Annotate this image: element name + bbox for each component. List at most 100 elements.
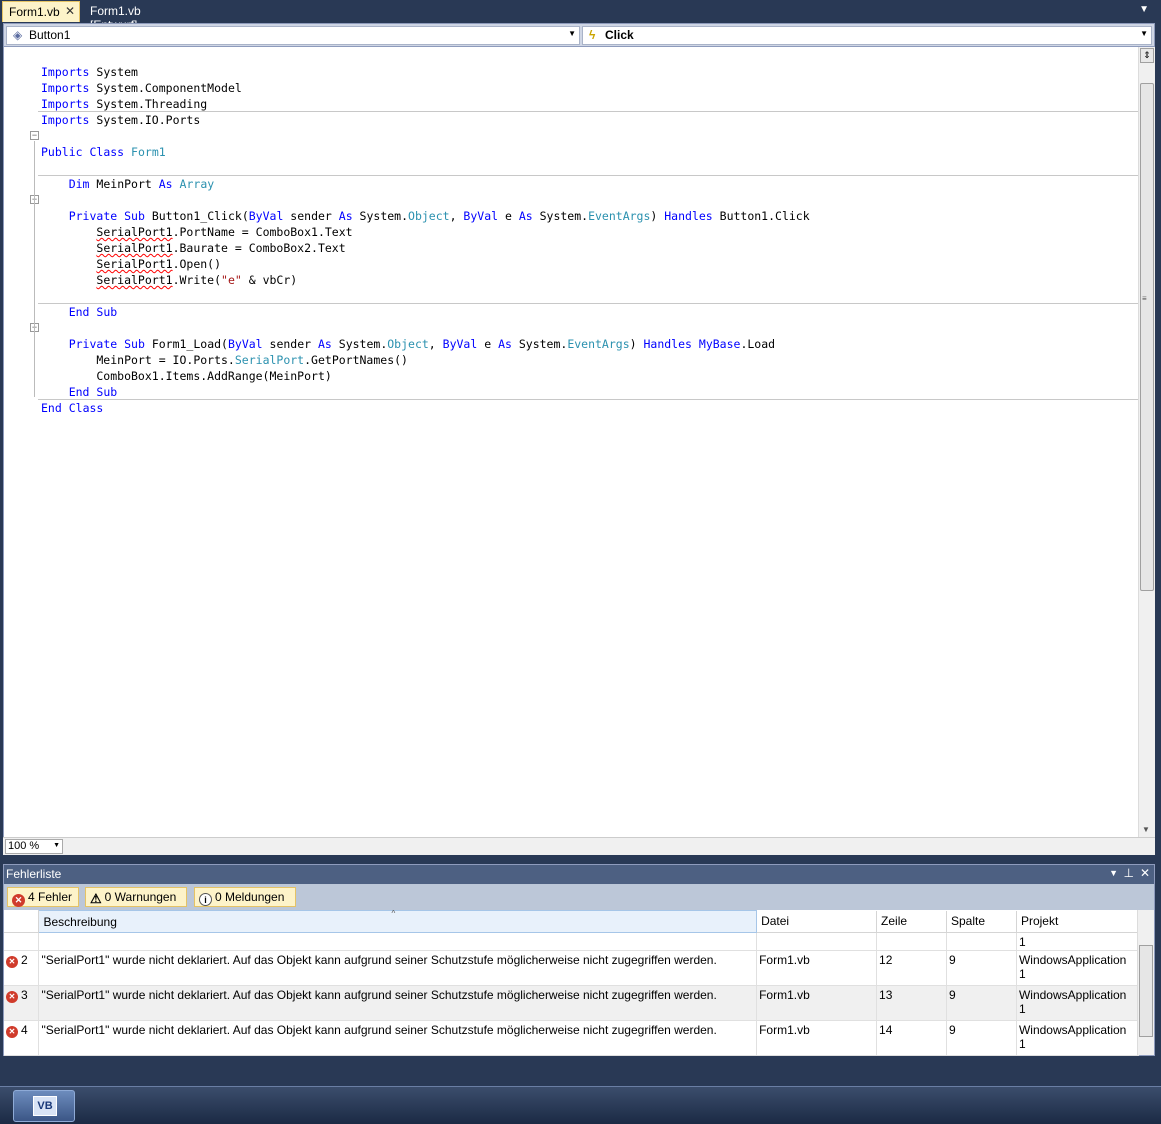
code-line: Imports System <box>41 65 138 79</box>
collapse-icon[interactable]: − <box>30 131 39 140</box>
description-cell: "SerialPort1" wurde nicht deklariert. Au… <box>38 950 758 986</box>
event-combobox[interactable]: ϟ Click ▼ <box>582 26 1152 45</box>
editor-gutter <box>4 47 20 837</box>
messages-filter-button[interactable]: i0 Meldungen <box>194 887 296 907</box>
code-line: SerialPort1.Open() <box>96 257 222 271</box>
error-icon: ✕ <box>6 956 18 968</box>
line-cell: 14 <box>876 1020 947 1056</box>
scroll-down-arrow-icon[interactable]: ▼ <box>1142 825 1150 834</box>
editor-zoom-bar: 100 % ▼ <box>3 837 1155 855</box>
taskbar: VB <box>0 1086 1161 1124</box>
error-table: Beschreibung ^ Datei Zeile Spalte Projekt… <box>4 909 1140 1056</box>
column-header-icon <box>4 910 40 933</box>
error-list-scrollbar[interactable] <box>1137 910 1154 1055</box>
close-icon[interactable]: ✕ <box>1140 866 1150 880</box>
column-header-file[interactable]: Datei <box>756 910 878 933</box>
column-header-project[interactable]: Projekt <box>1016 910 1140 933</box>
object-combobox-value: Button1 <box>29 28 71 42</box>
scrollbar-thumb[interactable] <box>1139 945 1153 1037</box>
column-header-line[interactable]: Zeile <box>876 910 947 933</box>
code-line: Public Class Form1 <box>41 145 166 159</box>
warnings-filter-button[interactable]: ⚠ 0 Warnungen <box>85 887 187 907</box>
code-line: End Class <box>41 401 104 415</box>
chevron-down-icon[interactable]: ▼ <box>1140 29 1148 38</box>
description-cell: "SerialPort1" wurde nicht deklariert. Au… <box>38 985 758 1021</box>
code-line: Imports System.ComponentModel <box>41 81 242 95</box>
chevron-down-icon[interactable]: ▼ <box>1109 868 1118 878</box>
chevron-down-icon[interactable]: ▼ <box>568 29 576 38</box>
table-row[interactable]: ✕ 4 "SerialPort1" wurde nicht deklariert.… <box>4 1020 1140 1056</box>
table-row[interactable]: ✕ 2 "SerialPort1" wurde nicht deklariert.… <box>4 950 1140 986</box>
file-cell: Form1.vb <box>756 985 878 1021</box>
lightning-icon: ϟ <box>589 28 596 42</box>
sort-ascending-icon: ^ <box>391 909 396 918</box>
warning-icon: ⚠ <box>90 891 102 906</box>
column-cell: 9 <box>946 950 1017 986</box>
project-cell: WindowsApplication 1 <box>1016 950 1140 986</box>
taskbar-vb-button[interactable]: VB <box>13 1090 75 1122</box>
line-cell: 12 <box>876 950 947 986</box>
chevron-down-icon[interactable]: ▼ <box>1139 4 1149 15</box>
control-icon: ◈ <box>13 28 23 42</box>
table-header-row: Beschreibung ^ Datei Zeile Spalte Projekt <box>4 909 1140 933</box>
column-cell: 9 <box>946 1020 1017 1056</box>
grip-icon: ≡ <box>1142 294 1147 303</box>
errors-filter-button[interactable]: ✕ 4 Fehler <box>7 887 79 907</box>
object-combobox[interactable]: ◈ Button1 ▼ <box>6 26 580 45</box>
close-icon[interactable]: ✕ <box>65 4 75 18</box>
table-row[interactable]: ✕ 3 "SerialPort1" wurde nicht deklariert.… <box>4 985 1140 1021</box>
file-cell: Form1.vb <box>756 950 878 986</box>
code-line: Private Sub Form1_Load(ByVal sender As S… <box>68 337 776 351</box>
description-cell: "SerialPort1" wurde nicht deklariert. Au… <box>38 1020 758 1056</box>
code-line: ComboBox1.Items.AddRange(MeinPort) <box>41 369 332 383</box>
scrollbar-thumb[interactable] <box>1140 83 1154 591</box>
error-icon: ✕ <box>12 894 25 907</box>
chevron-down-icon[interactable]: ▼ <box>53 842 60 849</box>
code-line: End Sub <box>68 305 118 319</box>
code-line: Imports System.IO.Ports <box>41 113 201 127</box>
column-cell: 9 <box>946 985 1017 1021</box>
code-text[interactable]: Imports System Imports System.ComponentMo… <box>41 48 810 448</box>
code-line: Dim MeinPort As Array <box>68 177 215 191</box>
tab-form1-design[interactable]: Form1.vb [Entwurf] <box>84 1 194 32</box>
tab-label: Form1.vb <box>9 5 60 19</box>
code-line: Private Sub Button1_Click(ByVal sender A… <box>68 209 810 223</box>
error-list-panel: Fehlerliste ▼ ⊥ ✕ ✕ 4 Fehler ⚠ 0 Warnungen… <box>3 864 1155 1056</box>
visual-basic-icon: VB <box>33 1096 57 1116</box>
code-line: SerialPort1.Baurate = ComboBox2.Text <box>96 241 346 255</box>
code-editor[interactable]: − − − Imports SystemImports System.Compo… <box>3 47 1155 837</box>
project-cell: WindowsApplication 1 <box>1016 985 1140 1021</box>
line-cell: 13 <box>876 985 947 1021</box>
column-header-column[interactable]: Spalte <box>946 910 1017 933</box>
panel-title: Fehlerliste <box>6 867 62 881</box>
editor-vertical-scrollbar[interactable]: ⇕ ≡ ▼ <box>1138 47 1155 837</box>
code-line: SerialPort1.Write("e" & vbCr) <box>96 273 298 287</box>
document-tab-bar: Form1.vb ✕ Form1.vb [Entwurf] ▼ <box>0 0 1161 32</box>
error-icon: ✕ <box>6 1026 18 1038</box>
code-line: End Sub <box>68 385 118 399</box>
code-line: MeinPort = IO.Ports.SerialPort.GetPortNa… <box>41 353 408 367</box>
event-combobox-value: Click <box>605 28 634 42</box>
zoom-value: 100 % <box>8 840 40 852</box>
outline-line <box>34 141 35 397</box>
error-list-toolbar: ✕ 4 Fehler ⚠ 0 Warnungen i0 Meldungen <box>4 884 1154 910</box>
info-icon: i <box>199 893 212 906</box>
code-line: SerialPort1.PortName = ComboBox1.Text <box>96 225 353 239</box>
column-header-description[interactable]: Beschreibung ^ <box>38 909 758 933</box>
zoom-combobox[interactable]: 100 % ▼ <box>5 839 63 854</box>
pin-icon[interactable]: ⊥ <box>1124 866 1134 880</box>
project-cell: WindowsApplication 1 <box>1016 1020 1140 1056</box>
error-icon: ✕ <box>6 991 18 1003</box>
table-row[interactable]: 1 <box>4 932 1140 951</box>
code-line: Imports System.Threading <box>41 97 208 111</box>
code-navigation-bar: ◈ Button1 ▼ ϟ Click ▼ <box>3 23 1155 47</box>
project-cell: 1 <box>1016 932 1140 951</box>
file-cell: Form1.vb <box>756 1020 878 1056</box>
split-handle-icon[interactable]: ⇕ <box>1140 48 1154 63</box>
tab-form1-code[interactable]: Form1.vb ✕ <box>2 1 80 22</box>
